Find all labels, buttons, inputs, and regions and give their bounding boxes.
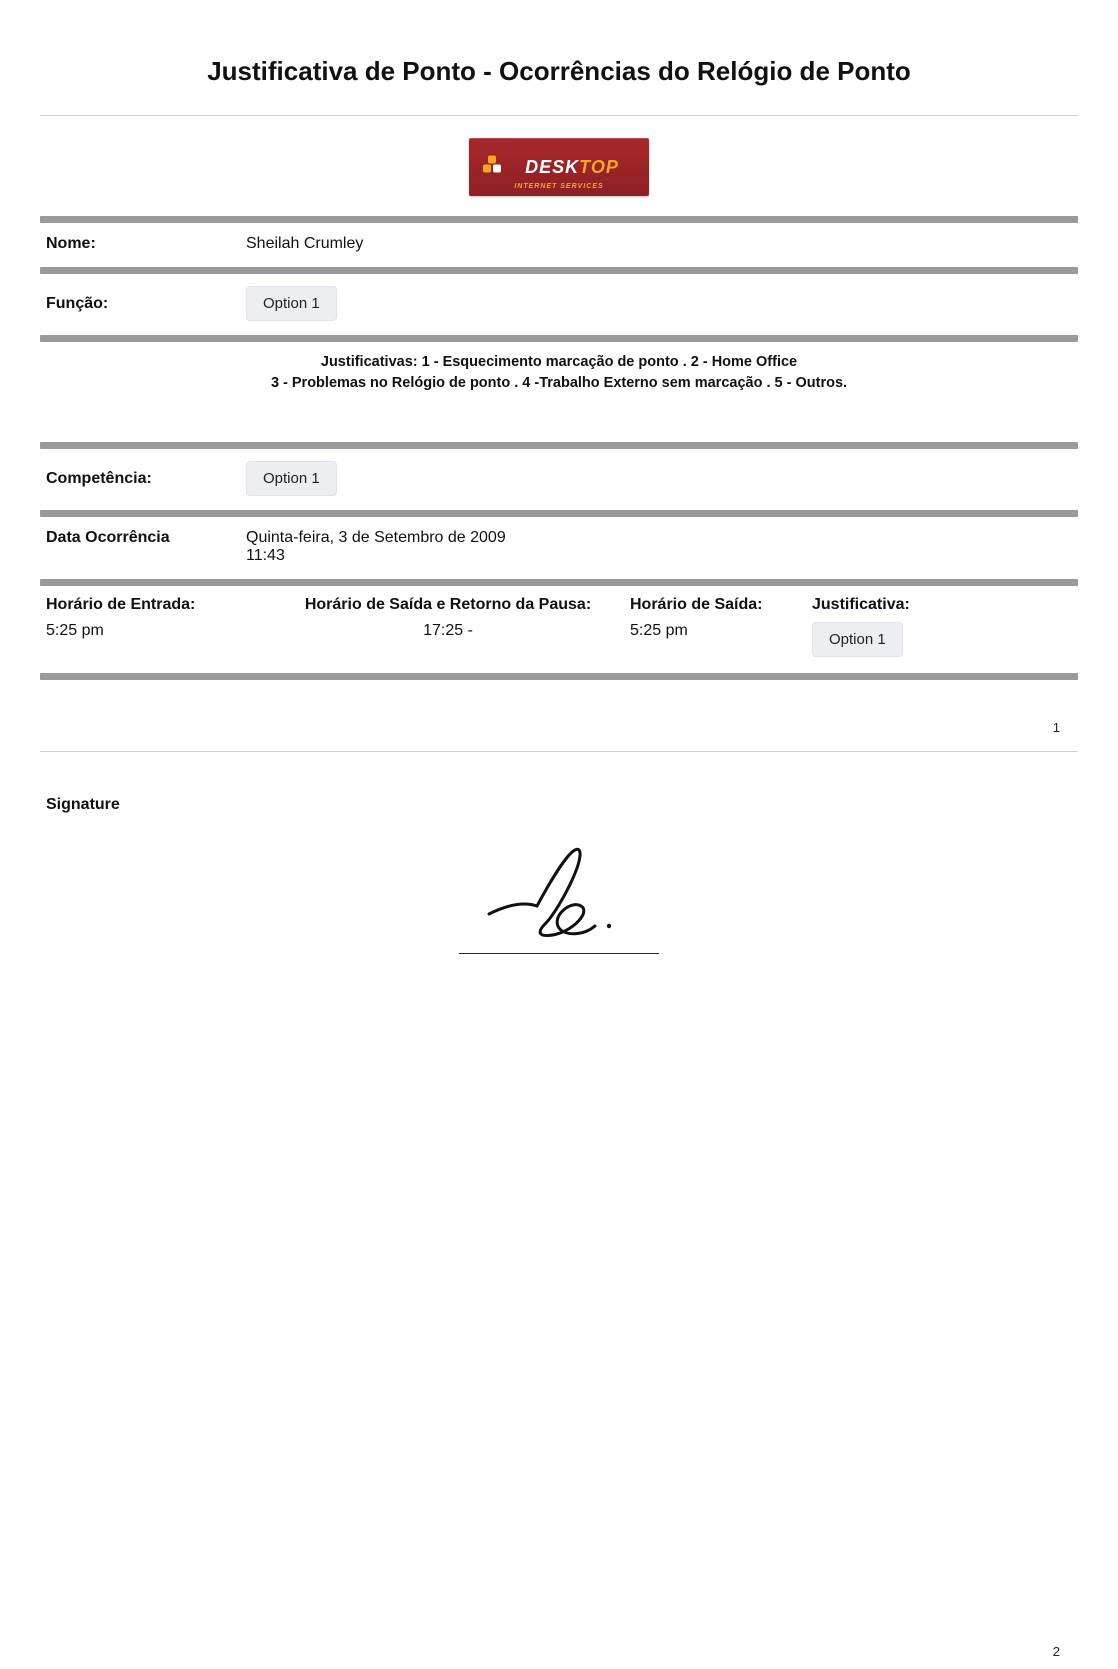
value-data-ocorrencia: Quinta-feira, 3 de Setembro de 2009 11:4… [246,529,506,565]
logo-text-right: TOP [579,157,619,177]
signature-icon [479,844,639,944]
sep-rule [40,216,1078,223]
select-funcao[interactable]: Option 1 [246,286,337,321]
label-competencia: Competência: [46,470,246,488]
value-horario-saida: 5:25 pm [630,622,800,640]
title-rule [40,115,1078,116]
value-nome: Sheilah Crumley [246,235,363,253]
page-title: Justificativa de Ponto - Ocorrências do … [0,0,1118,107]
col-pausa: Horário de Saída e Retorno da Pausa: 17:… [278,596,618,657]
label-horario-entrada: Horário de Entrada: [46,596,266,614]
legend-line-2: 3 - Problemas no Relógio de ponto . 4 -T… [48,373,1070,394]
label-justificativa: Justificativa: [812,596,982,614]
value-data-ocorrencia-l1: Quinta-feira, 3 de Setembro de 2009 [246,529,506,547]
value-horario-pausa: 17:25 - [278,622,618,640]
col-entrada: Horário de Entrada: 5:25 pm [46,596,266,657]
page2-whitespace [0,984,1118,1604]
logo-text: DESKTOP [499,157,619,178]
select-justificativa[interactable]: Option 1 [812,622,903,657]
col-saida: Horário de Saída: 5:25 pm [630,596,800,657]
label-nome: Nome: [46,235,246,253]
justification-legend: Justificativas: 1 - Esquecimento marcaçã… [40,342,1078,442]
col-justificativa: Justificativa: Option 1 [812,596,982,657]
value-data-ocorrencia-l2: 11:43 [246,547,506,565]
page-number-1: 1 [0,680,1118,745]
row-funcao: Função: Option 1 [40,274,1078,335]
logo-mark-icon [483,156,509,179]
label-horario-pausa: Horário de Saída e Retorno da Pausa: [278,596,618,614]
horarios-grid: Horário de Entrada: 5:25 pm Horário de S… [40,586,1078,673]
page-break-rule [40,751,1078,752]
legend-line-1: Justificativas: 1 - Esquecimento marcaçã… [48,352,1070,373]
sep-rule [40,673,1078,680]
signature-line [459,844,659,954]
page-number-2: 2 [0,1604,1118,1669]
logo-row: DESKTOP INTERNET SERVICES [40,128,1078,216]
logo-subtitle: INTERNET SERVICES [469,183,649,190]
signature-area [40,844,1078,984]
label-data-ocorrencia: Data Ocorrência [46,529,246,547]
sep-rule [40,579,1078,586]
row-data-ocorrencia: Data Ocorrência Quinta-feira, 3 de Setem… [40,517,1078,579]
value-horario-entrada: 5:25 pm [46,622,266,640]
row-competencia: Competência: Option 1 [40,449,1078,510]
brand-logo: DESKTOP INTERNET SERVICES [469,138,649,196]
logo-text-left: DESK [525,157,579,177]
sep-rule [40,267,1078,274]
sep-rule [40,442,1078,449]
label-funcao: Função: [46,295,246,313]
select-competencia[interactable]: Option 1 [246,461,337,496]
label-horario-saida: Horário de Saída: [630,596,800,614]
label-signature: Signature [40,792,1078,844]
sep-rule [40,510,1078,517]
sep-rule [40,335,1078,342]
row-nome: Nome: Sheilah Crumley [40,223,1078,267]
